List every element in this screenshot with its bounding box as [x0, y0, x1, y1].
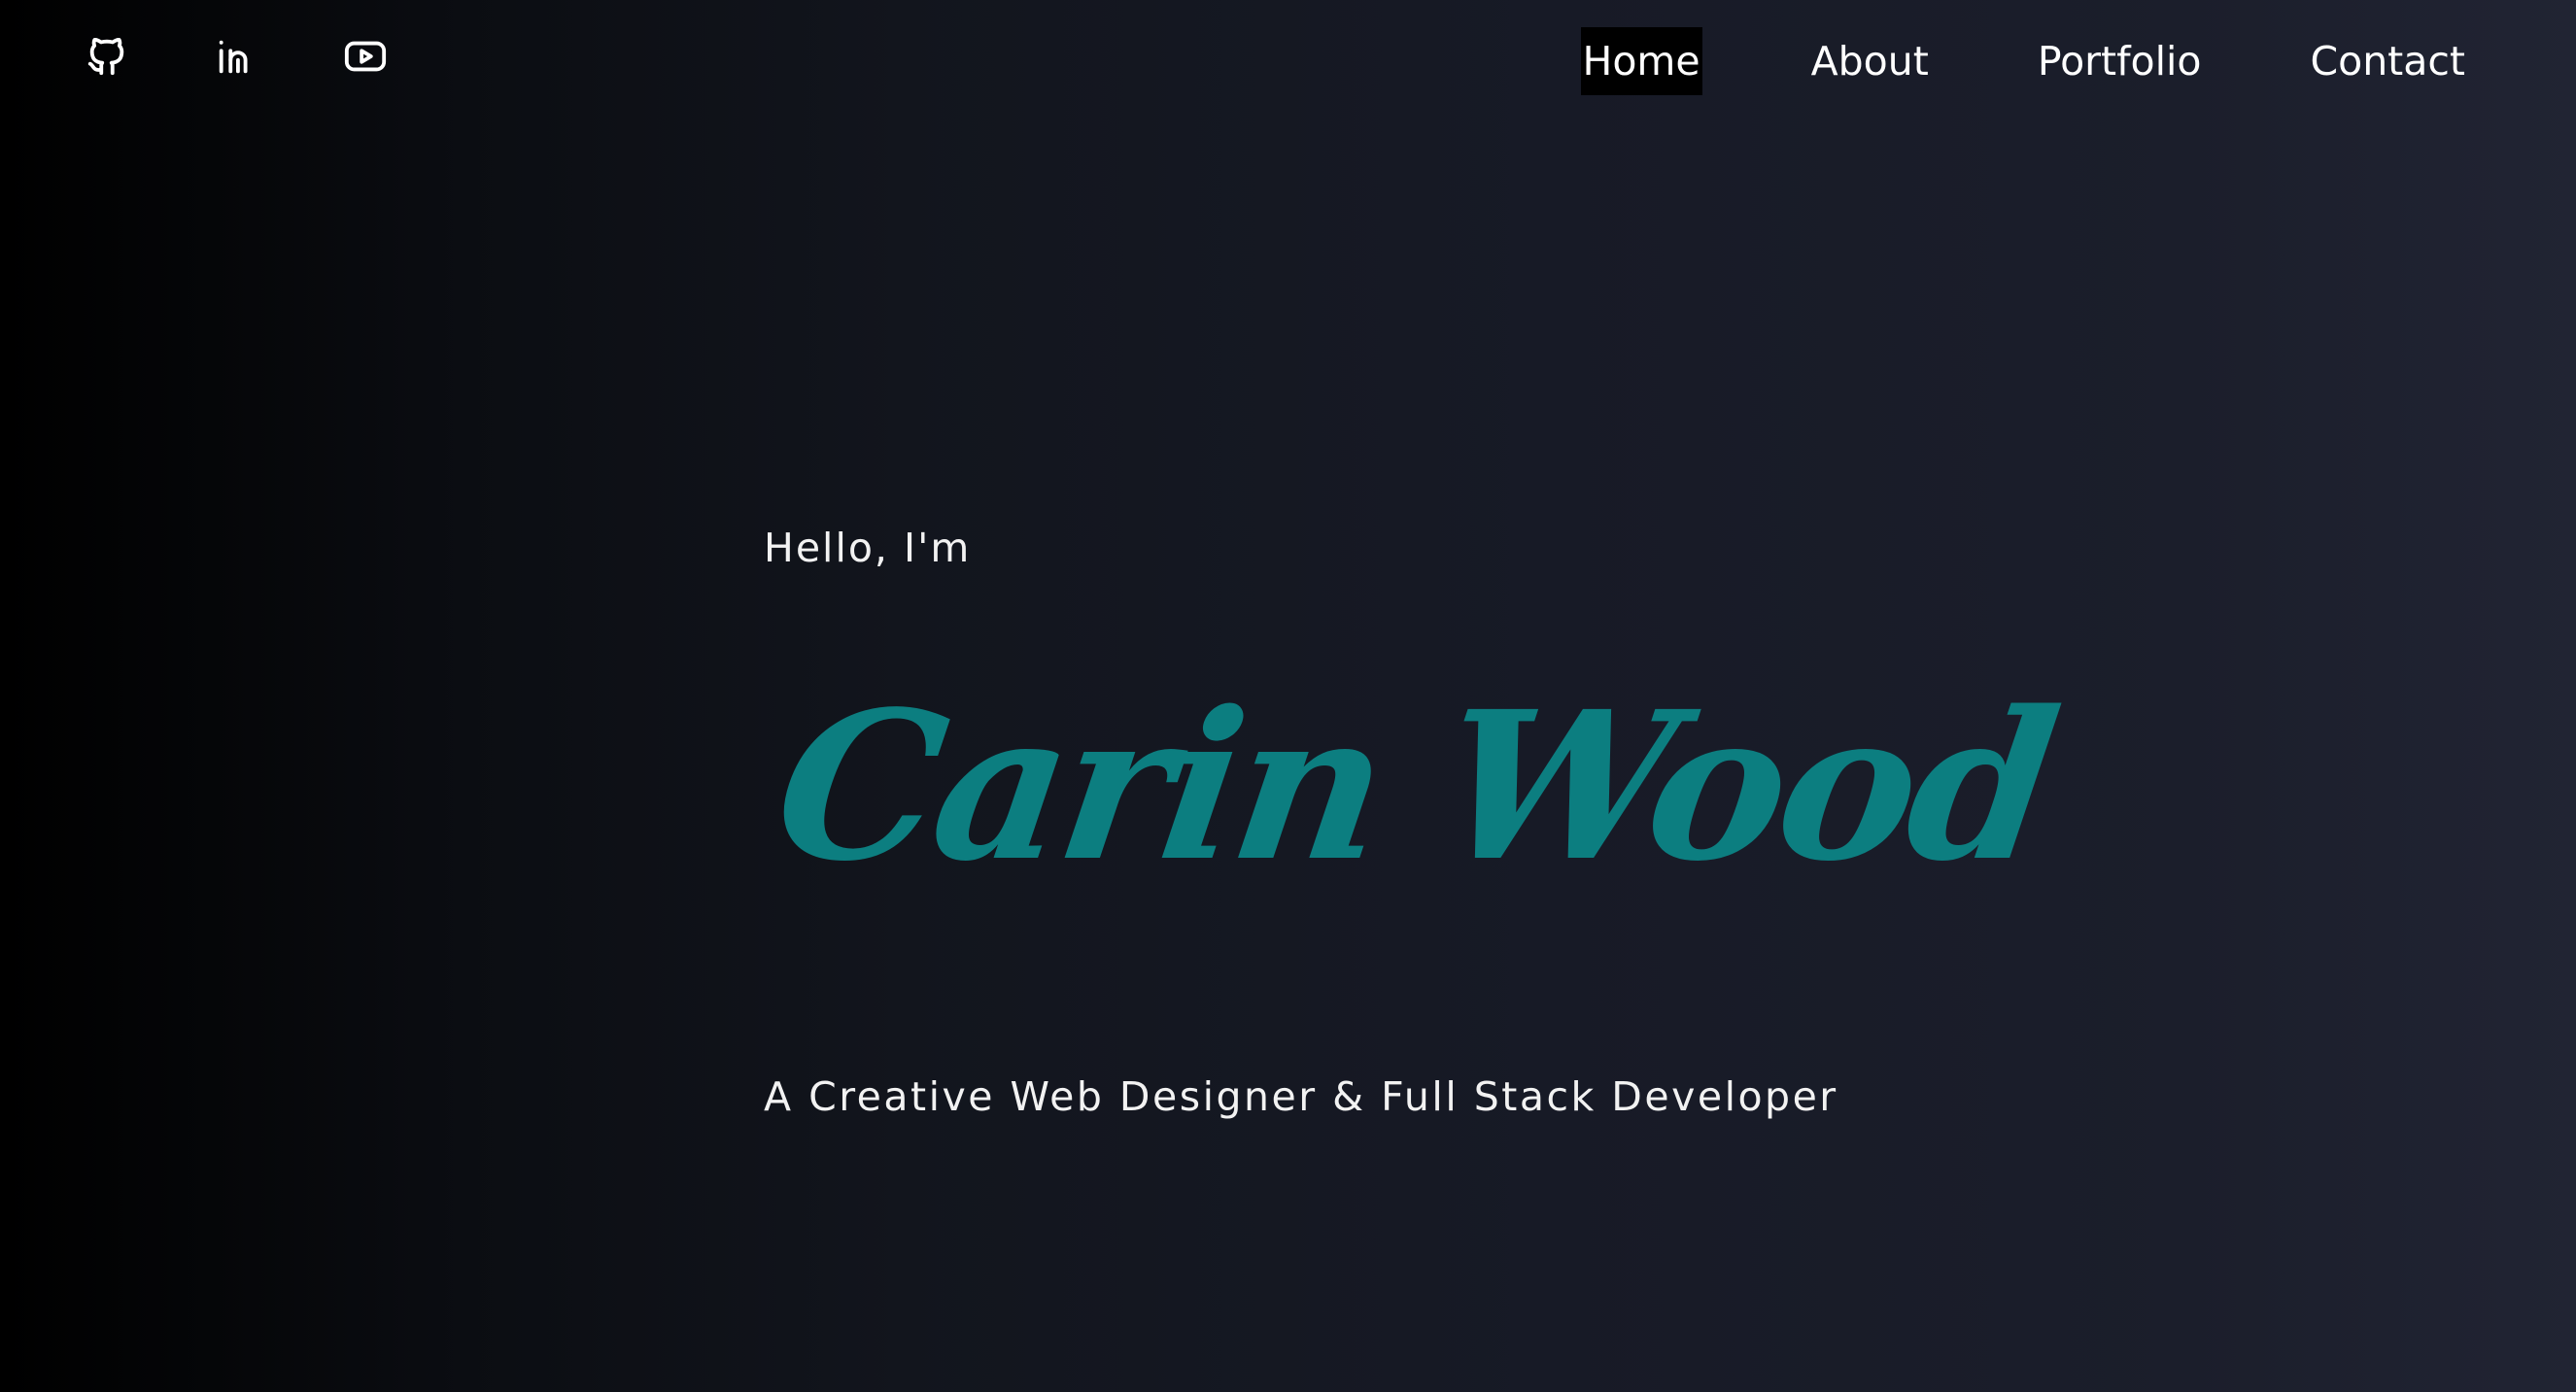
youtube-icon [344, 41, 387, 72]
main-nav: Home About Portfolio Contact [1580, 27, 2465, 95]
linkedin-icon [219, 40, 248, 74]
hero-greeting: Hello, I'm [764, 525, 972, 571]
nav-contact[interactable]: Contact [2310, 27, 2465, 95]
linkedin-link[interactable] [213, 29, 259, 84]
hero-name: Carin Wood [763, 666, 2066, 906]
nav-portfolio[interactable]: Portfolio [2038, 27, 2202, 95]
github-link[interactable] [84, 29, 130, 84]
hero-section: Hello, I'm Carin Wood A Creative Web Des… [764, 525, 2066, 1120]
hero-tagline: A Creative Web Designer & Full Stack Dev… [764, 1073, 1838, 1120]
github-icon [87, 37, 124, 76]
nav-about[interactable]: About [1811, 27, 1929, 95]
youtube-link[interactable] [342, 29, 389, 84]
social-links [84, 29, 389, 84]
nav-home[interactable]: Home [1580, 27, 1702, 95]
